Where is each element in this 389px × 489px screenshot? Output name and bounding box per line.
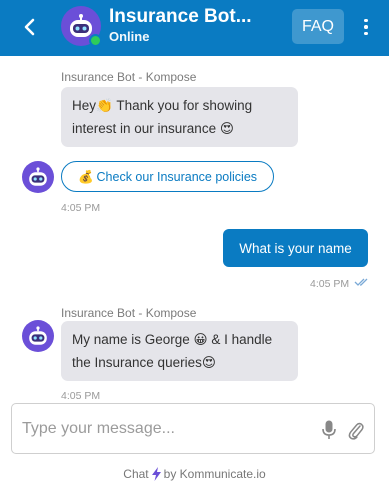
- microphone-icon[interactable]: [322, 420, 336, 440]
- bot-message: Hey👏 Thank you for showing interest in o…: [61, 87, 298, 147]
- message-time: 4:05 PM: [61, 202, 101, 214]
- quick-reply-label: Check our Insurance policies: [96, 169, 258, 184]
- message-time: 4:05 PM: [61, 390, 101, 402]
- message-text: interest in our insurance 😍: [72, 121, 234, 136]
- chevron-left-icon: [24, 18, 35, 36]
- more-vertical-icon: [364, 18, 368, 23]
- chat-title: Insurance Bot...: [109, 6, 252, 27]
- more-options-button[interactable]: [357, 14, 375, 40]
- powered-by: Chat by Kommunicate.io: [0, 467, 389, 481]
- back-button[interactable]: [18, 13, 40, 41]
- user-message: What is your name: [223, 229, 368, 267]
- message-text: the Insurance queries😍: [72, 355, 216, 370]
- paperclip-icon[interactable]: [348, 420, 364, 440]
- message-time: 4:05 PM: [310, 278, 350, 290]
- chat-header: Insurance Bot... Online FAQ: [0, 0, 389, 56]
- online-status: Online: [109, 29, 150, 44]
- bot-message: My name is George 😀 & I handle the Insur…: [61, 321, 298, 381]
- message-text: Hey👏 Thank you for showing: [72, 98, 253, 113]
- robot-icon: [29, 326, 47, 345]
- bot-avatar[interactable]: [61, 6, 102, 47]
- money-bag-icon: 💰: [77, 168, 94, 184]
- bot-avatar-small: [22, 320, 54, 352]
- powered-by-link[interactable]: by Kommunicate.io: [164, 467, 266, 481]
- message-text: My name is George 😀 & I handle: [72, 332, 273, 347]
- online-indicator: [89, 34, 102, 47]
- message-composer: [11, 403, 375, 454]
- powered-chat-label: Chat: [123, 467, 149, 481]
- double-check-icon: [354, 278, 368, 286]
- robot-icon: [29, 167, 47, 186]
- bot-avatar-small: [22, 161, 54, 193]
- faq-button[interactable]: FAQ: [292, 9, 344, 44]
- sender-name: Insurance Bot - Kompose: [61, 70, 197, 84]
- sender-name: Insurance Bot - Kompose: [61, 306, 197, 320]
- quick-reply-button[interactable]: 💰 Check our Insurance policies: [61, 161, 274, 192]
- lightning-icon: [151, 467, 161, 481]
- message-input[interactable]: [22, 404, 312, 453]
